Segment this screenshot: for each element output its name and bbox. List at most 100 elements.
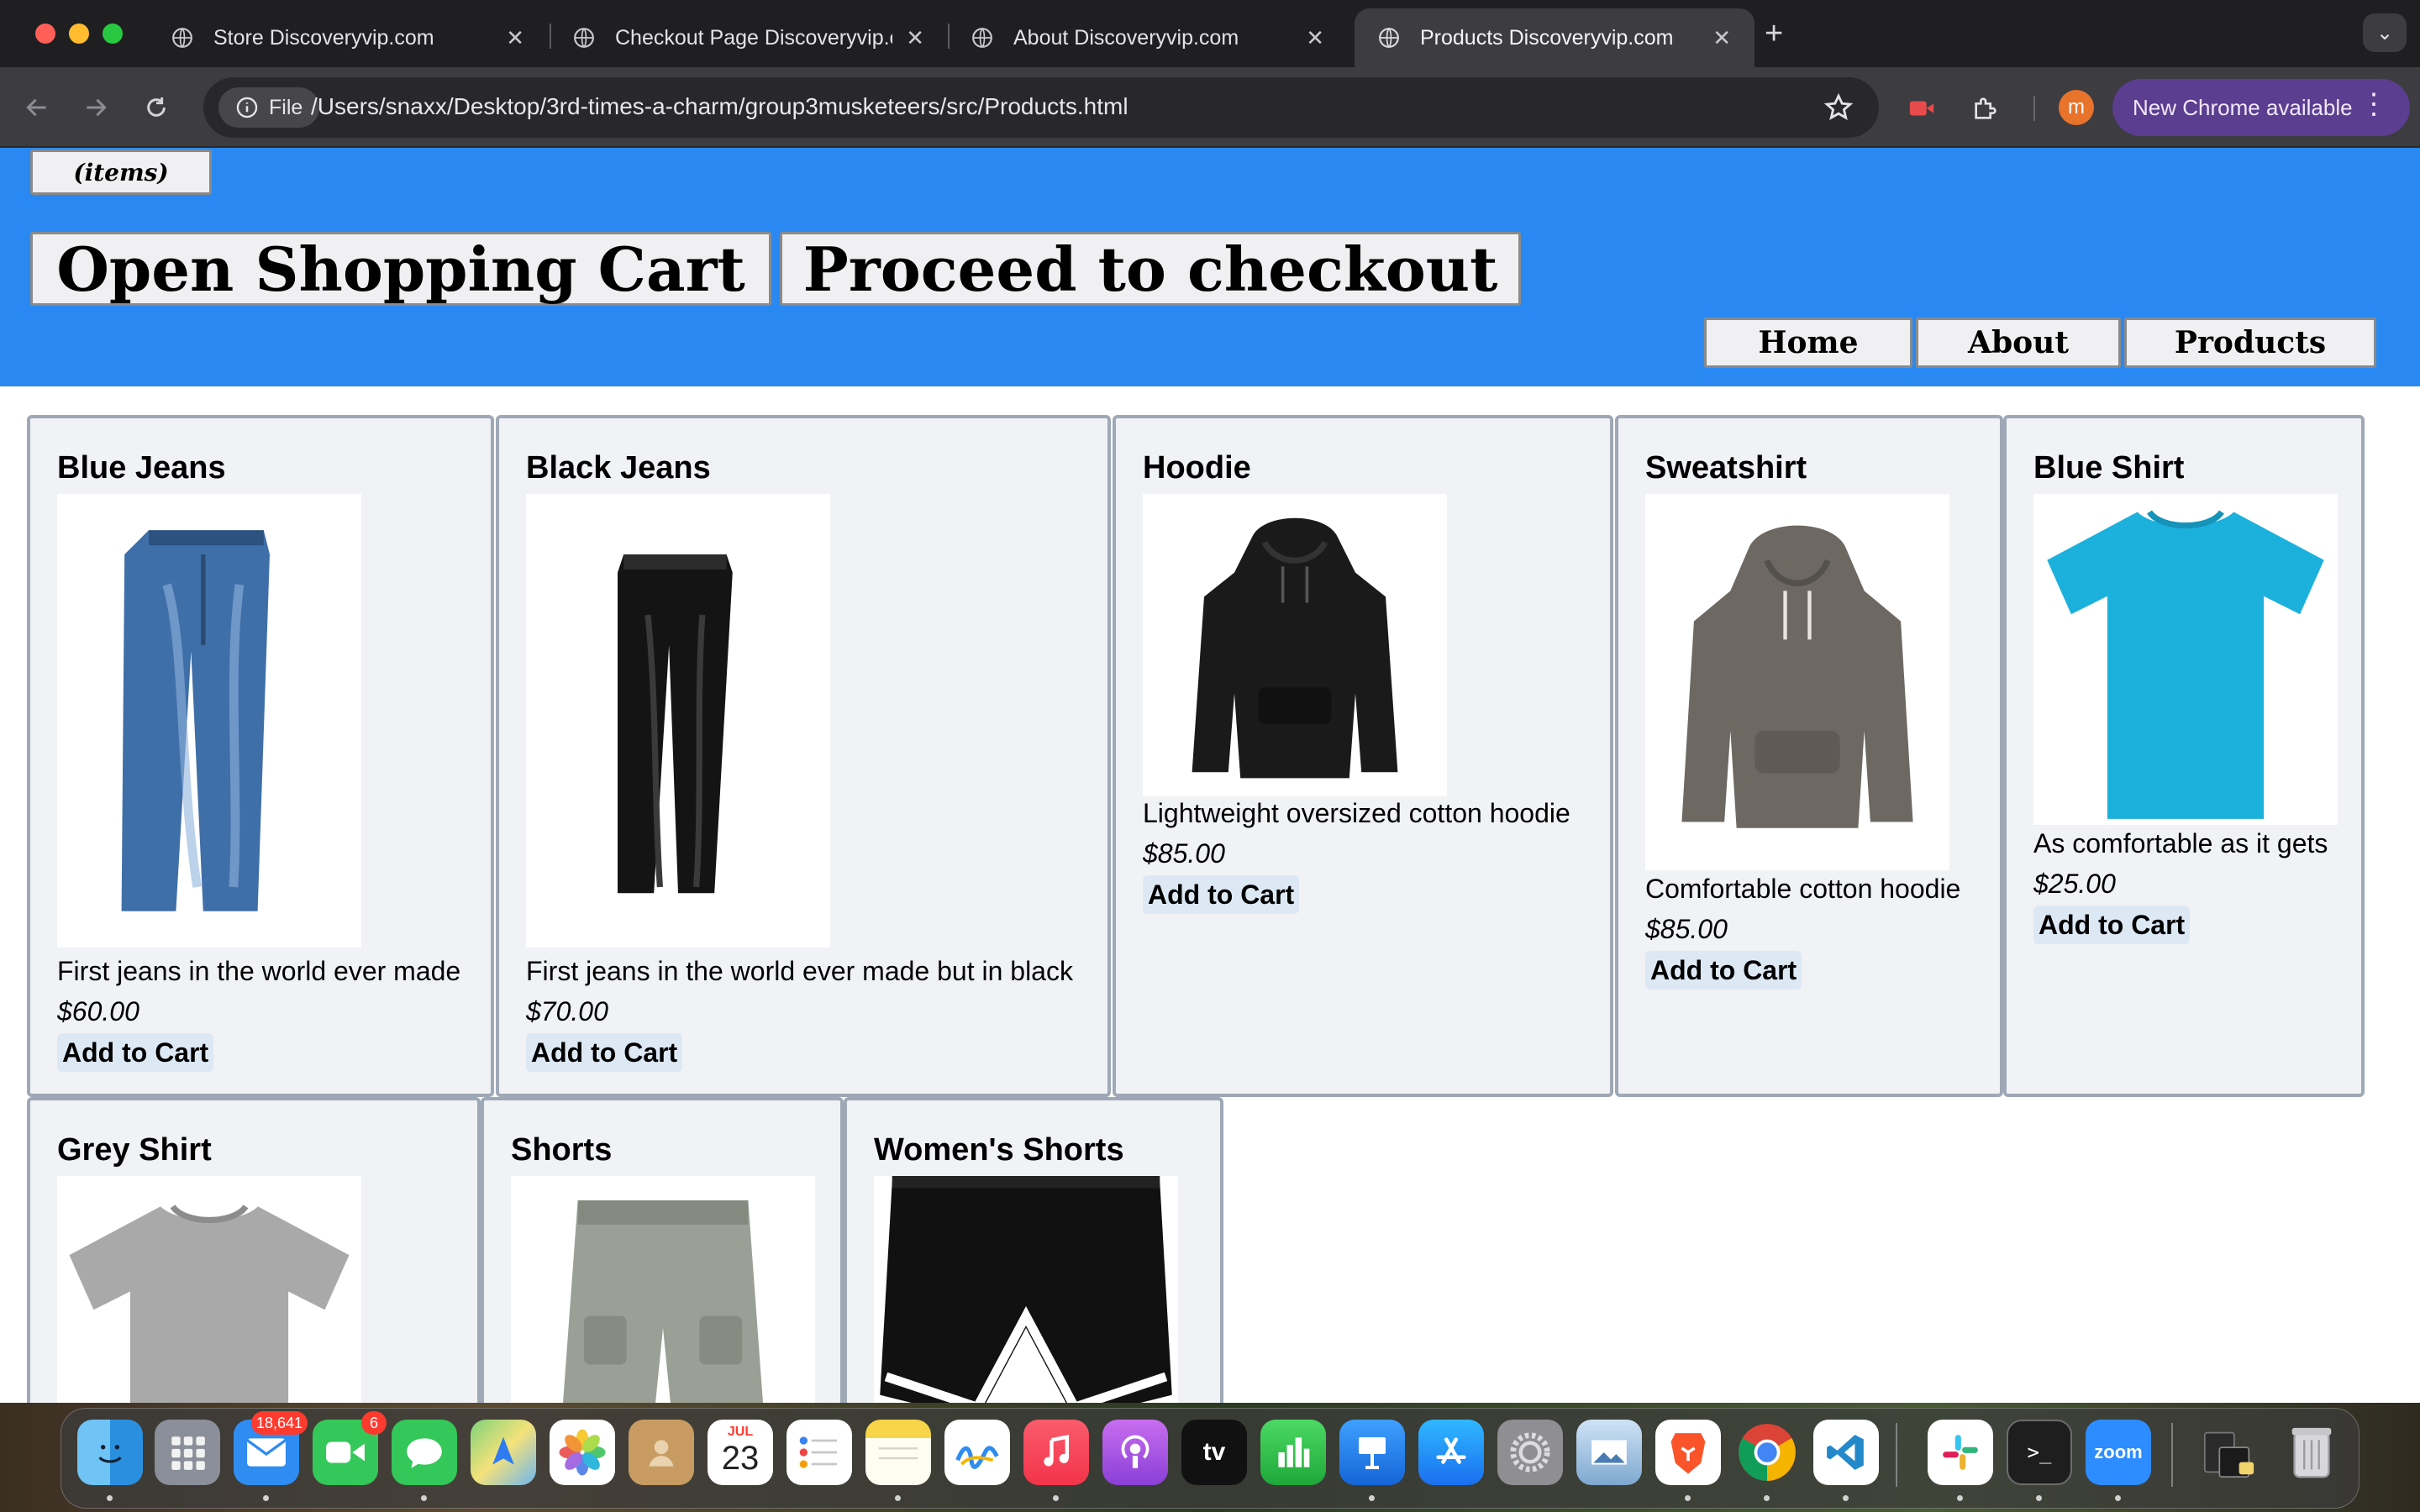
product-price: $25.00 xyxy=(2033,869,2116,899)
calendar-month: JUL xyxy=(727,1425,754,1439)
add-to-cart-button[interactable]: Add to Cart xyxy=(1645,951,1802,990)
zoom-icon[interactable]: zoom xyxy=(2086,1420,2151,1485)
forward-button[interactable] xyxy=(76,87,116,128)
reload-button[interactable] xyxy=(136,87,176,128)
launchpad-icon[interactable] xyxy=(155,1420,220,1485)
site-info-chip[interactable]: File xyxy=(218,87,320,128)
slack-icon[interactable] xyxy=(1928,1420,1993,1485)
bookmark-star-icon[interactable] xyxy=(1823,92,1854,123)
nav-products-link[interactable]: Products xyxy=(2124,318,2376,368)
toolbar-divider xyxy=(2033,96,2035,121)
zoom-label: zoom xyxy=(2094,1441,2143,1462)
back-arrow-icon xyxy=(26,98,46,117)
product-price: $85.00 xyxy=(1143,838,1225,869)
chrome-update-button[interactable]: New Chrome available ⋮ xyxy=(2112,79,2410,136)
add-to-cart-button[interactable]: Add to Cart xyxy=(1143,875,1300,914)
brave-browser-icon[interactable] xyxy=(1655,1420,1721,1485)
new-tab-button[interactable]: + xyxy=(1765,15,1783,52)
dock-divider xyxy=(2171,1423,2173,1487)
product-name: Hoodie xyxy=(1143,450,1251,486)
close-tab-icon[interactable]: ✕ xyxy=(1306,25,1324,51)
address-bar[interactable]: File /Users/snaxx/Desktop/3rd-times-a-ch… xyxy=(203,77,1879,138)
nav-about-link[interactable]: About xyxy=(1916,318,2121,368)
open-shopping-cart-button[interactable]: Open Shopping Cart xyxy=(30,232,771,306)
url-text[interactable]: /Users/snaxx/Desktop/3rd-times-a-charm/g… xyxy=(311,93,1128,120)
maps-icon[interactable] xyxy=(471,1420,536,1485)
product-description: First jeans in the world ever made xyxy=(57,956,461,986)
product-price: $60.00 xyxy=(57,996,139,1026)
product-price: $70.00 xyxy=(526,996,608,1026)
trash-icon[interactable] xyxy=(2279,1420,2344,1485)
facetime-icon[interactable]: 6 xyxy=(313,1411,387,1485)
numbers-icon[interactable] xyxy=(1260,1420,1326,1485)
tab-title: About Discoveryvip.com xyxy=(1013,25,1239,50)
podcasts-icon[interactable] xyxy=(1102,1420,1168,1485)
product-description: Comfortable cotton hoodie xyxy=(1645,874,1961,904)
close-tab-icon[interactable]: ✕ xyxy=(506,25,524,51)
extension-record-icon[interactable] xyxy=(1907,94,1936,123)
calendar-day: 23 xyxy=(721,1440,760,1477)
product-card-womens-shorts: Women's Shorts xyxy=(844,1097,1223,1403)
tab-store[interactable]: Store Discoveryvip.com ✕ xyxy=(148,8,548,67)
chrome-icon[interactable] xyxy=(1734,1420,1800,1485)
vscode-icon[interactable] xyxy=(1813,1420,1879,1485)
nav-home-link[interactable]: Home xyxy=(1704,318,1912,368)
apple-tv-icon[interactable]: tv xyxy=(1181,1420,1247,1485)
calendar-icon[interactable]: JUL 23 xyxy=(708,1420,773,1485)
music-icon[interactable] xyxy=(1023,1420,1089,1485)
close-tab-icon[interactable]: ✕ xyxy=(1712,25,1731,51)
product-card-shorts: Shorts xyxy=(481,1097,844,1403)
tab-about[interactable]: About Discoveryvip.com ✕ xyxy=(948,8,1348,67)
product-name: Grey Shirt xyxy=(57,1132,212,1168)
notes-icon[interactable] xyxy=(865,1420,931,1485)
forward-arrow-icon xyxy=(87,98,107,117)
running-indicator xyxy=(421,1495,427,1501)
product-card-black-jeans: Black Jeans First jeans in the world eve… xyxy=(496,415,1111,1097)
close-window-button[interactable] xyxy=(35,24,55,44)
messages-icon[interactable] xyxy=(392,1420,457,1485)
keynote-icon[interactable] xyxy=(1339,1420,1405,1485)
product-card-sweatshirt: Sweatshirt Comfortable cotton hoodie $85… xyxy=(1615,415,2003,1097)
tab-checkout-page[interactable]: Checkout Page Discoveryvip.com ✕ xyxy=(550,8,948,67)
page-viewport: (items) Open Shopping Cart Proceed to ch… xyxy=(0,148,2420,1403)
running-indicator xyxy=(895,1495,901,1501)
reminders-icon[interactable] xyxy=(786,1420,852,1485)
profile-avatar[interactable]: m xyxy=(2059,90,2094,125)
terminal-icon[interactable]: >_ xyxy=(2007,1420,2072,1485)
running-indicator xyxy=(1957,1495,1963,1501)
womens-shorts-image xyxy=(874,1176,1178,1403)
freeform-icon[interactable] xyxy=(944,1420,1010,1485)
running-indicator xyxy=(263,1495,269,1501)
zoom-window-button[interactable] xyxy=(103,24,123,44)
photos-icon[interactable] xyxy=(550,1420,615,1485)
mail-icon[interactable]: 18,641 xyxy=(234,1411,308,1485)
close-tab-icon[interactable]: ✕ xyxy=(906,25,924,51)
preview-icon[interactable] xyxy=(1576,1420,1642,1485)
proceed-to-checkout-button[interactable]: Proceed to checkout xyxy=(780,232,1521,306)
mail-unread-badge: 18,641 xyxy=(250,1411,308,1435)
add-to-cart-button[interactable]: Add to Cart xyxy=(57,1033,214,1072)
info-icon xyxy=(236,97,258,118)
cart-count-button[interactable]: (items) xyxy=(30,150,212,195)
back-button[interactable] xyxy=(17,87,57,128)
tab-products[interactable]: Products Discoveryvip.com ✕ xyxy=(1355,8,1754,67)
running-indicator xyxy=(2115,1495,2121,1501)
product-description: Lightweight oversized cotton hoodie xyxy=(1143,798,1570,828)
product-name: Sweatshirt xyxy=(1645,450,1807,486)
chrome-menu-icon[interactable]: ⋮ xyxy=(2360,87,2388,121)
tab-title: Checkout Page Discoveryvip.com xyxy=(615,25,892,50)
finder-icon[interactable] xyxy=(77,1420,143,1485)
browser-tab-strip: Store Discoveryvip.com ✕ Checkout Page D… xyxy=(0,0,2420,67)
extensions-puzzle-icon[interactable] xyxy=(1971,94,2000,123)
black-jeans-image xyxy=(526,494,830,948)
system-settings-icon[interactable] xyxy=(1497,1420,1563,1485)
globe-icon xyxy=(1379,28,1399,48)
terminal-prompt: >_ xyxy=(2027,1441,2052,1464)
tab-search-button[interactable]: ⌄ xyxy=(2363,13,2407,52)
contacts-icon[interactable] xyxy=(629,1420,694,1485)
add-to-cart-button[interactable]: Add to Cart xyxy=(526,1033,683,1072)
app-store-icon[interactable] xyxy=(1418,1420,1484,1485)
downloads-stack-icon[interactable] xyxy=(2196,1420,2262,1485)
minimize-window-button[interactable] xyxy=(69,24,89,44)
add-to-cart-button[interactable]: Add to Cart xyxy=(2033,906,2191,944)
